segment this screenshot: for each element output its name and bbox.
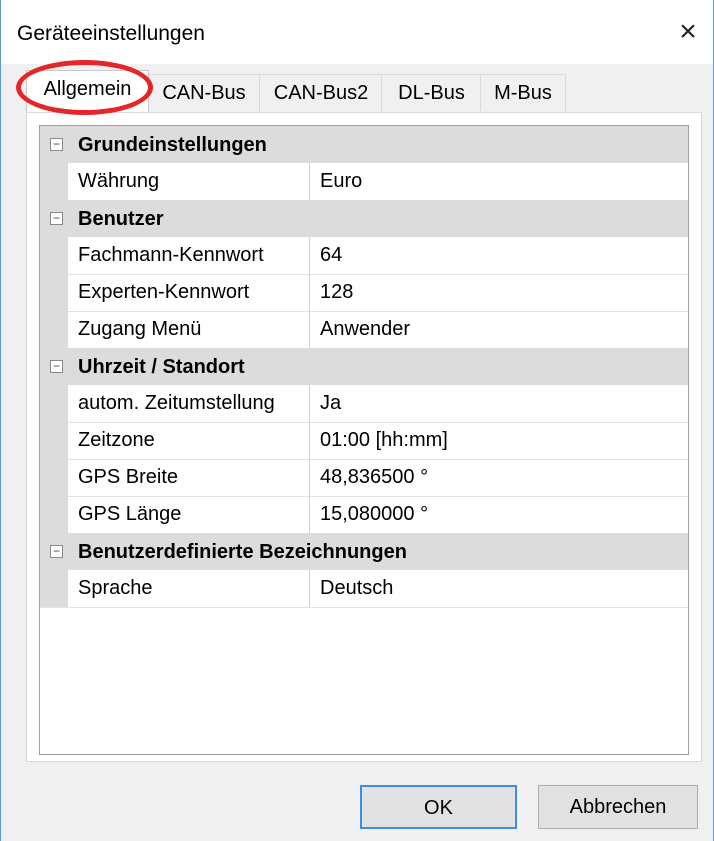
property-name: GPS Länge <box>68 496 310 533</box>
tab-can-bus[interactable]: CAN-Bus <box>147 74 261 111</box>
property-row: Zugang Menü Anwender <box>40 311 688 349</box>
property-value[interactable]: 64 <box>311 237 688 274</box>
collapse-icon[interactable]: − <box>50 545 63 558</box>
property-value[interactable]: Deutsch <box>311 570 688 607</box>
row-gutter <box>40 459 68 496</box>
row-gutter <box>40 570 68 607</box>
property-name: Sprache <box>68 570 310 607</box>
property-row: Sprache Deutsch <box>40 570 688 608</box>
tab-m-bus[interactable]: M-Bus <box>480 74 566 111</box>
ok-button[interactable]: OK <box>360 785 517 829</box>
tab-allgemein[interactable]: Allgemein <box>26 70 149 112</box>
row-gutter <box>40 274 68 311</box>
row-gutter <box>40 422 68 459</box>
property-grid: − Grundeinstellungen Währung Euro − Benu… <box>39 125 689 755</box>
property-row: autom. Zeitumstellung Ja <box>40 385 688 423</box>
collapse-icon[interactable]: − <box>50 212 63 225</box>
collapse-icon[interactable]: − <box>50 138 63 151</box>
section-label: Benutzerdefinierte Bezeichnungen <box>78 541 407 563</box>
section-label: Grundeinstellungen <box>78 134 267 156</box>
property-row: Zeitzone 01:00 [hh:mm] <box>40 422 688 460</box>
settings-dialog: Geräteeinstellungen × Allgemein CAN-Bus … <box>0 0 714 841</box>
row-gutter <box>40 163 68 200</box>
row-gutter <box>40 385 68 422</box>
property-value[interactable]: Ja <box>311 385 688 422</box>
section-grundeinstellungen[interactable]: − Grundeinstellungen <box>40 126 688 163</box>
tab-dl-bus[interactable]: DL-Bus <box>381 74 482 111</box>
property-value[interactable]: 01:00 [hh:mm] <box>311 422 688 459</box>
tab-can-bus2[interactable]: CAN-Bus2 <box>259 74 383 111</box>
property-row: Fachmann-Kennwort 64 <box>40 237 688 275</box>
property-name: Zeitzone <box>68 422 310 459</box>
property-name: autom. Zeitumstellung <box>68 385 310 422</box>
property-value[interactable]: 15,080000 ° <box>311 496 688 533</box>
tab-content-panel: − Grundeinstellungen Währung Euro − Benu… <box>26 112 702 762</box>
row-gutter <box>40 311 68 348</box>
property-name: Fachmann-Kennwort <box>68 237 310 274</box>
property-value[interactable]: Anwender <box>311 311 688 348</box>
property-name: Zugang Menü <box>68 311 310 348</box>
property-row: GPS Länge 15,080000 ° <box>40 496 688 534</box>
close-icon[interactable]: × <box>671 14 705 50</box>
section-benutzerdefinierte-bezeichnungen[interactable]: − Benutzerdefinierte Bezeichnungen <box>40 533 688 570</box>
property-row: Experten-Kennwort 128 <box>40 274 688 312</box>
section-uhrzeit-standort[interactable]: − Uhrzeit / Standort <box>40 348 688 385</box>
property-value[interactable]: 48,836500 ° <box>311 459 688 496</box>
property-row: GPS Breite 48,836500 ° <box>40 459 688 497</box>
row-gutter <box>40 237 68 274</box>
dialog-title: Geräteeinstellungen <box>17 22 205 45</box>
property-name: GPS Breite <box>68 459 310 496</box>
collapse-icon[interactable]: − <box>50 360 63 373</box>
section-label: Uhrzeit / Standort <box>78 356 245 378</box>
row-gutter <box>40 496 68 533</box>
cancel-button[interactable]: Abbrechen <box>538 785 698 829</box>
property-value[interactable]: Euro <box>311 163 688 200</box>
property-name: Währung <box>68 163 310 200</box>
property-name: Experten-Kennwort <box>68 274 310 311</box>
section-label: Benutzer <box>78 208 164 230</box>
title-bar: Geräteeinstellungen × <box>1 0 713 64</box>
section-benutzer[interactable]: − Benutzer <box>40 200 688 237</box>
property-value[interactable]: 128 <box>311 274 688 311</box>
property-row: Währung Euro <box>40 163 688 201</box>
